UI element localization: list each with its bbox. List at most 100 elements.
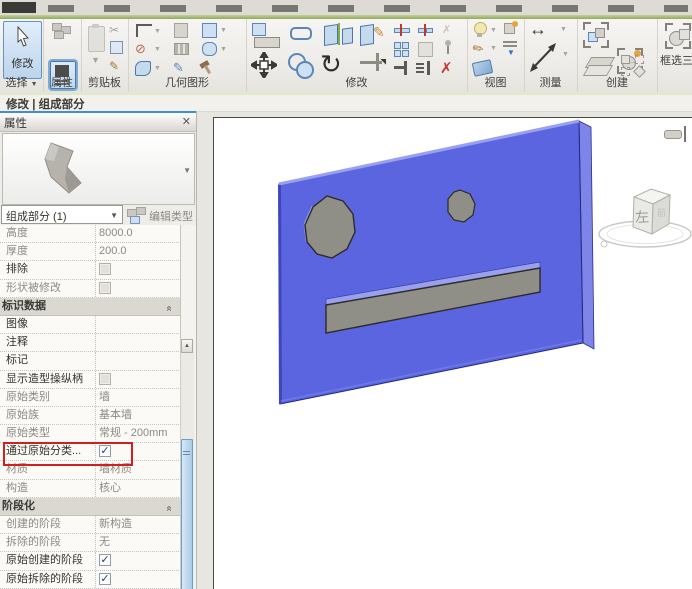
cut-circle-icon[interactable]: ⊘ [135, 41, 146, 57]
array-icon[interactable] [394, 42, 409, 57]
property-row: 原始拆除的阶段 ✓ [0, 570, 181, 589]
ribbon-tabs-cropped-text[interactable] [48, 5, 688, 12]
unpin-icon[interactable]: ✗ [442, 23, 451, 36]
property-value: 200.0 [99, 245, 127, 258]
scrollbar-thumb[interactable] [181, 439, 193, 589]
property-label: 拆除的阶段 [6, 536, 61, 549]
part-preview-image [44, 142, 82, 194]
edit-type-button[interactable]: 编辑类型 [127, 206, 195, 224]
mirror-draw-axis-icon[interactable]: ✎ [360, 22, 390, 49]
cope-chevron-icon[interactable]: ▼ [154, 28, 161, 35]
modify-button-label: 修改 [11, 58, 34, 70]
measure-chevron-icon[interactable]: ▼ [560, 26, 567, 33]
close-icon[interactable]: ✕ [182, 115, 191, 128]
compass-marker [600, 240, 608, 248]
viewcube-right-face-label[interactable]: 前 [657, 207, 666, 218]
collapse-chevron-icon[interactable]: « [161, 305, 178, 311]
scale-icon[interactable] [418, 42, 433, 57]
property-row: 排除 ✓ [0, 261, 181, 280]
panel-label-clipboard: 剪贴板 [88, 77, 121, 89]
sweep-chevron-icon[interactable]: ▼ [154, 65, 161, 72]
panel-label-create: 创建 [606, 77, 628, 89]
split-with-gap-icon[interactable] [418, 24, 433, 36]
property-label: 显示造型操纵柄 [6, 372, 83, 385]
gear-chevron-icon[interactable]: ▼ [220, 46, 227, 53]
paint-chevron-icon[interactable]: ▼ [220, 27, 227, 34]
cut-chevron-icon[interactable]: ▼ [154, 46, 161, 53]
viewcube-left-face-label[interactable]: 左 [635, 209, 650, 226]
property-section-header[interactable]: 阶段化 « [0, 497, 181, 516]
property-label: 标记 [6, 354, 28, 367]
property-value: 核心 [99, 481, 121, 494]
type-selector-dropdown[interactable]: 组成部分 (1) ▼ [1, 205, 123, 224]
viewcube[interactable]: 左 前 [632, 188, 672, 235]
checkbox-checked[interactable]: ✓ [99, 445, 111, 458]
panel-label-view: 视图 [484, 77, 507, 89]
property-row: 创建的阶段 新构造 [0, 516, 181, 535]
select-parts-button-label[interactable]: 框选三 [660, 52, 692, 68]
mirror-pick-axis-icon[interactable] [324, 22, 354, 49]
scrollbar-up-icon[interactable]: ▲ [181, 339, 193, 353]
property-value: 无 [99, 536, 110, 549]
ribbon-panel-measure: ↔ ▼ ▼ 测量 [524, 19, 578, 92]
create-parts-icon[interactable] [583, 22, 609, 48]
dimension-chevron-icon[interactable]: ▼ [562, 51, 569, 58]
collapse-chevron-icon[interactable]: « [161, 506, 178, 512]
application-menu-button[interactable] [2, 2, 36, 13]
preview-dropdown-icon[interactable]: ▼ [183, 166, 191, 175]
copy-icon[interactable] [110, 41, 123, 54]
split-element-icon[interactable] [394, 24, 410, 36]
property-section-header[interactable]: 标识数据 « [0, 297, 181, 316]
type-selector-value: 组成部分 (1) [6, 211, 67, 223]
graphics-chevron-icon[interactable]: ▼ [490, 45, 497, 52]
trim-to-corner-icon[interactable] [394, 61, 408, 75]
checkbox-unchecked: ✓ [99, 281, 111, 294]
wall-left-edge [278, 184, 282, 405]
edit-type-icon [127, 207, 147, 224]
measure-between-icon[interactable]: ↔ [529, 19, 547, 40]
checkbox-checked[interactable]: ✓ [99, 572, 111, 585]
drawing-area-3d-view[interactable]: 左 前 [213, 117, 692, 589]
measure-diagonal-icon[interactable] [528, 41, 558, 73]
override-graphics-brush-icon[interactable]: ✎ [469, 39, 487, 58]
paste-label-chevron[interactable]: ▼ [91, 55, 100, 65]
type-preview[interactable]: ▼ [2, 133, 195, 205]
lightbulb-icon[interactable] [474, 22, 487, 37]
join-geometry-icon[interactable] [174, 43, 189, 55]
ribbon-panel-create: → 创建 [577, 19, 658, 92]
part-properties-icon[interactable] [52, 23, 72, 39]
paint-geometry-icon[interactable] [202, 23, 217, 38]
align-icon[interactable] [252, 23, 280, 48]
ribbon-panel-partial: 框选三 [657, 19, 692, 92]
cursor-arrow-icon [17, 25, 29, 47]
demolish-gear-icon[interactable] [202, 42, 217, 56]
displace-elements-icon[interactable] [503, 21, 518, 34]
pin-icon[interactable] [443, 40, 453, 55]
hammer-icon[interactable] [199, 60, 214, 75]
property-label: 形状被修改 [6, 281, 61, 294]
hide-chevron-icon[interactable]: ▼ [490, 27, 497, 34]
checkbox-checked[interactable]: ✓ [99, 554, 111, 567]
cut-geometry-icon[interactable] [174, 23, 188, 38]
offset-icon[interactable] [290, 27, 312, 40]
minimized-window-control[interactable] [664, 130, 682, 139]
modify-tool-button[interactable]: 修改 [3, 21, 42, 79]
cope-icon[interactable] [136, 24, 152, 37]
palette-scrollbar[interactable]: ▲ [180, 339, 194, 589]
trim-multiple-icon[interactable] [416, 61, 432, 75]
property-grid: 高度 8000.0 厚度 200.0 排除 ✓ 形状被修改 ✓ 标识数据 « 图像注释标记显示造型操… [0, 225, 196, 589]
palette-header[interactable]: 属性 ✕ [0, 113, 196, 132]
edit-type-label: 编辑类型 [149, 211, 193, 223]
match-properties-brush-icon[interactable]: ✎ [109, 59, 119, 73]
property-label: 材质 [6, 463, 28, 476]
select-parts-box-icon[interactable] [665, 23, 691, 49]
property-row: 图像 [0, 315, 181, 335]
part-eye-right[interactable] [447, 189, 476, 223]
linework-icon[interactable]: ▼ [503, 40, 519, 57]
property-row: 厚度 200.0 [0, 243, 181, 262]
cut-scissors-icon[interactable]: ✂ [109, 23, 119, 37]
paste-icon[interactable] [88, 24, 105, 52]
panel-label-modify: 修改 [345, 77, 368, 89]
properties-palette: 属性 ✕ ▼ 组成部分 (1) ▼ 编辑类型 高度 8000.0 厚度 200.0 排除… [0, 111, 197, 589]
panel-label-select[interactable]: 选择 ▼ [0, 74, 43, 90]
